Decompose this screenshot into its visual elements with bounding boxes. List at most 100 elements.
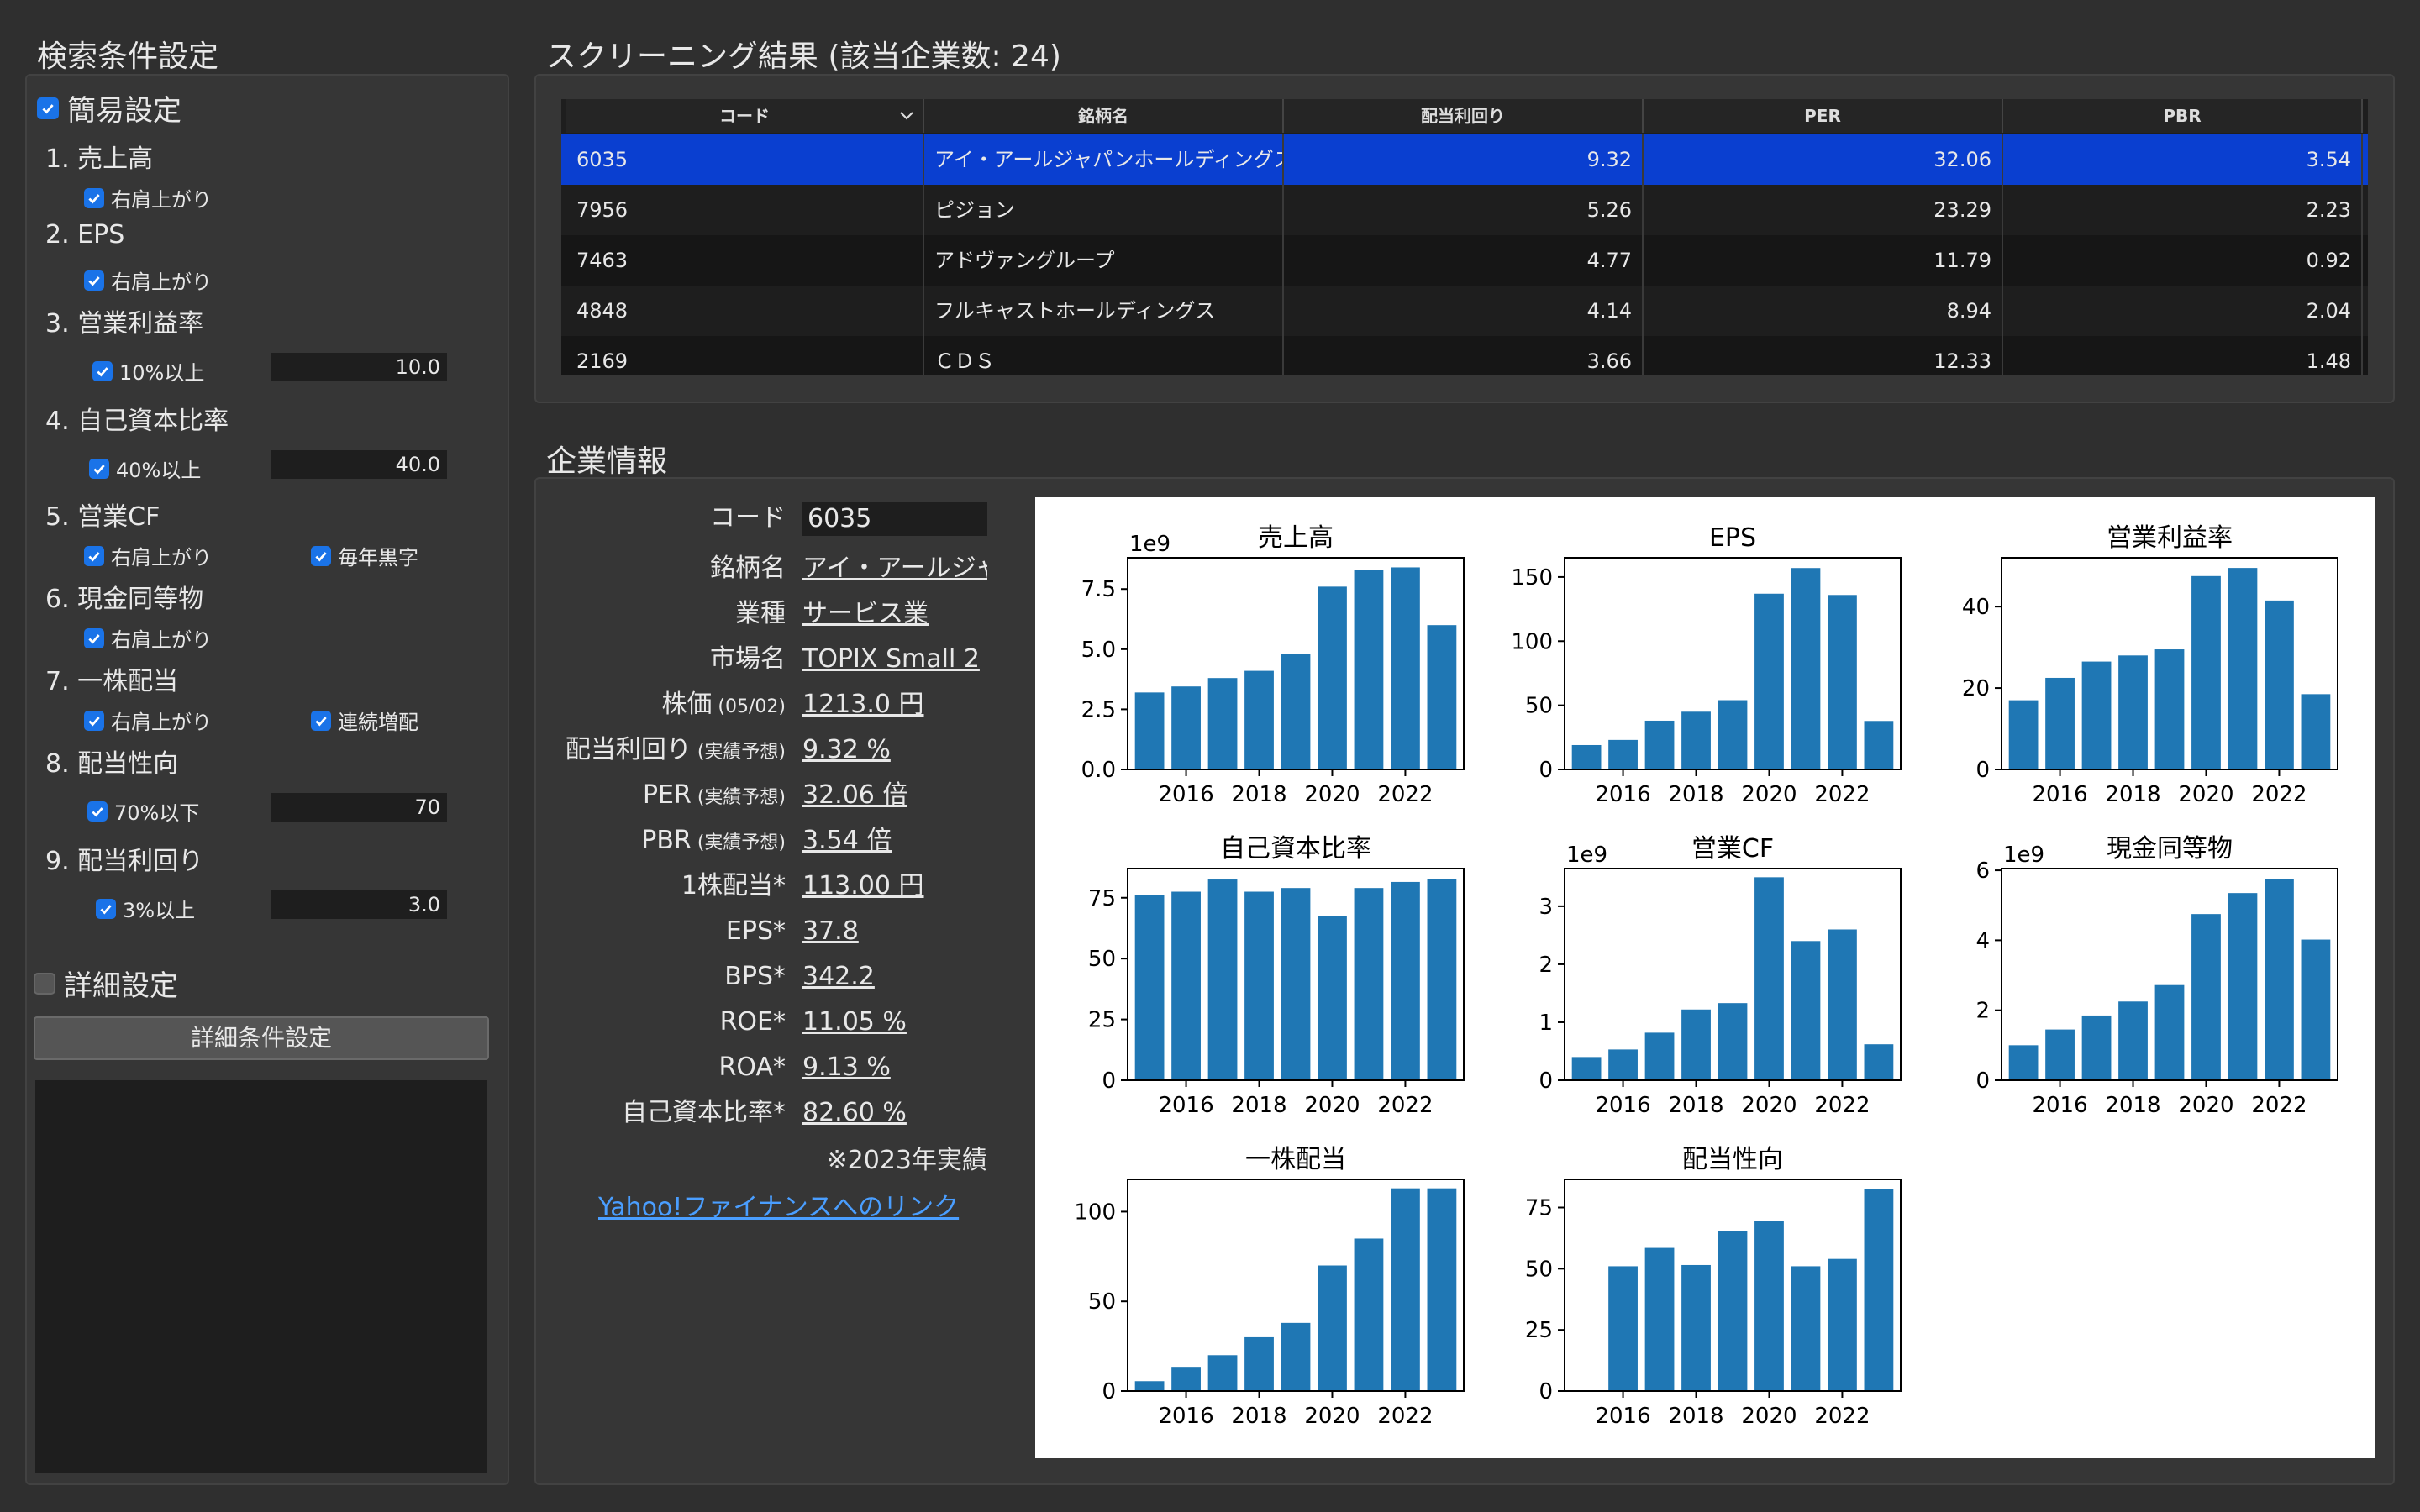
table-cell: 4.77 — [1284, 235, 1644, 286]
company-info-title: 企業情報 — [546, 444, 668, 479]
chart-title: EPS — [1709, 523, 1756, 553]
table-cell: 2.23 — [2003, 185, 2363, 235]
criterion-option[interactable]: 右肩上がり — [84, 706, 212, 735]
detail-settings-checkbox[interactable] — [34, 972, 55, 995]
criterion-threshold-input[interactable]: 70 — [271, 793, 447, 822]
bar — [1791, 568, 1821, 769]
criterion-checkbox[interactable] — [311, 545, 331, 566]
criterion-option[interactable]: 3%以上 — [96, 894, 195, 923]
y-tick-label: 50 — [1525, 694, 1553, 719]
bar — [2045, 1029, 2075, 1080]
criterion-checkbox[interactable] — [84, 545, 104, 566]
criterion-heading: 2. EPS — [45, 220, 125, 249]
company-info-value: アイ・アールジャパンホールディングス — [802, 554, 987, 583]
check-icon — [315, 551, 327, 561]
detail-settings-toggle[interactable]: 詳細設定 — [34, 963, 178, 1004]
x-tick-label: 2018 — [1231, 1093, 1286, 1118]
x-tick-label: 2022 — [1377, 1404, 1433, 1429]
col-header-pbr[interactable]: PBR — [2003, 99, 2363, 133]
criterion-option-label: 右肩上がり — [111, 188, 212, 212]
y-tick-label: 0 — [1975, 1068, 1990, 1094]
criterion-option-label: 右肩上がり — [111, 546, 212, 570]
criterion-option[interactable]: 右肩上がり — [84, 183, 212, 213]
bar — [1754, 877, 1784, 1080]
bar — [1244, 891, 1274, 1080]
criterion-threshold-input[interactable]: 3.0 — [271, 890, 447, 919]
criterion-checkbox[interactable] — [96, 898, 116, 919]
code-input[interactable]: 6035 — [802, 502, 987, 536]
bar — [1791, 941, 1821, 1080]
table-row[interactable]: 4848 フルキャストホールディングス 4.14 8.94 2.04 — [561, 286, 2368, 336]
bar — [1427, 1188, 1457, 1391]
table-cell: 6035 — [566, 134, 924, 185]
criterion-checkbox[interactable] — [87, 801, 108, 822]
criterion-option[interactable]: 40%以上 — [89, 454, 201, 483]
criterion-checkbox[interactable] — [84, 270, 104, 291]
criterion-heading: 9. 配当利回り — [45, 847, 204, 876]
bar — [1571, 1057, 1602, 1080]
bar — [1391, 881, 1420, 1080]
company-info-label: ROE* — [719, 1007, 786, 1037]
yahoo-finance-link[interactable]: Yahoo!ファイナンスへのリンク — [598, 1186, 959, 1223]
company-info-value: 1213.0 円 — [802, 690, 924, 719]
criterion-option-label: 右肩上がり — [111, 711, 212, 734]
table-cell: 7463 — [566, 235, 924, 286]
criterion-checkbox[interactable] — [84, 187, 104, 208]
table-cell: 0.92 — [2003, 235, 2363, 286]
criterion-heading: 4. 自己資本比率 — [45, 407, 229, 436]
table-row[interactable]: 2169 ＣＤＳ 3.66 12.33 1.48 — [561, 336, 2368, 375]
criterion-checkbox[interactable] — [89, 458, 109, 479]
col-header-per[interactable]: PER — [1644, 99, 2003, 133]
col-header-code[interactable]: コード — [566, 99, 924, 133]
bar — [1864, 1044, 1894, 1080]
bar — [1391, 567, 1420, 769]
bar — [2191, 914, 2221, 1080]
bar — [1281, 888, 1311, 1080]
check-icon — [88, 716, 100, 726]
results-table[interactable]: コード 銘柄名 配当利回り PER PBR 6035 アイ・アールジャパンホールデ… — [561, 99, 2368, 375]
criterion-threshold-input[interactable]: 10.0 — [271, 353, 447, 381]
results-title: スクリーニング結果 (該当企業数: 24) — [546, 39, 1061, 74]
criterion-option[interactable]: 右肩上がり — [84, 541, 212, 570]
criterion-checkbox[interactable] — [311, 710, 331, 731]
table-cell: 1.48 — [2003, 336, 2363, 375]
company-info-value: 82.60 % — [802, 1098, 907, 1127]
y-tick-label: 7.5 — [1081, 577, 1116, 602]
check-icon — [88, 633, 100, 643]
criterion-checkbox[interactable] — [84, 710, 104, 731]
criterion-checkbox[interactable] — [92, 360, 113, 381]
y-tick-label: 4 — [1975, 928, 1990, 953]
y-tick-label: 0 — [1539, 758, 1553, 783]
table-cell: 11.79 — [1644, 235, 2003, 286]
company-info-value: サービス業 — [802, 599, 929, 628]
criterion-option[interactable]: 右肩上がり — [84, 623, 212, 653]
table-cell: 2.04 — [2003, 286, 2363, 336]
criterion-option-label: 毎年黒字 — [338, 546, 418, 570]
table-cell: 3.66 — [1284, 336, 1644, 375]
table-row-selected[interactable]: 6035 アイ・アールジャパンホールディングス 9.32 32.06 3.54 — [561, 134, 2368, 185]
bar — [1754, 593, 1784, 769]
axis-offset-label: 1e9 — [2003, 843, 2044, 868]
criterion-option[interactable]: 10%以上 — [92, 356, 204, 386]
x-tick-label: 2018 — [1668, 782, 1723, 807]
col-header-name[interactable]: 銘柄名 — [924, 99, 1284, 133]
criterion-threshold-input[interactable]: 40.0 — [271, 450, 447, 479]
criterion-option[interactable]: 右肩上がり — [84, 265, 212, 295]
company-info-row: ROA* 9.13 % — [555, 1045, 992, 1090]
detail-conditions-button[interactable]: 詳細条件設定 — [34, 1016, 489, 1060]
criterion-option[interactable]: 連続増配 — [311, 706, 418, 735]
company-info-row: 株価 (05/02) 1213.0 円 — [555, 682, 992, 727]
bar — [1171, 686, 1201, 769]
y-tick-label: 2 — [1539, 953, 1553, 978]
table-row[interactable]: 7463 アドヴァングループ 4.77 11.79 0.92 — [561, 235, 2368, 286]
x-tick-label: 2022 — [1814, 1093, 1870, 1118]
chart-1: EPS 0 50 100 150 2016 2018 2020 2022 — [1511, 523, 1902, 807]
chart-title: 売上高 — [1258, 523, 1334, 553]
col-header-yield[interactable]: 配当利回り — [1284, 99, 1644, 133]
company-info-label: EPS* — [725, 916, 786, 946]
criterion-option[interactable]: 毎年黒字 — [311, 541, 418, 570]
criterion-checkbox[interactable] — [84, 627, 104, 648]
company-info-row: EPS* 37.8 — [555, 909, 992, 954]
criterion-option[interactable]: 70%以下 — [87, 796, 199, 826]
table-row[interactable]: 7956 ピジョン 5.26 23.29 2.23 — [561, 185, 2368, 235]
